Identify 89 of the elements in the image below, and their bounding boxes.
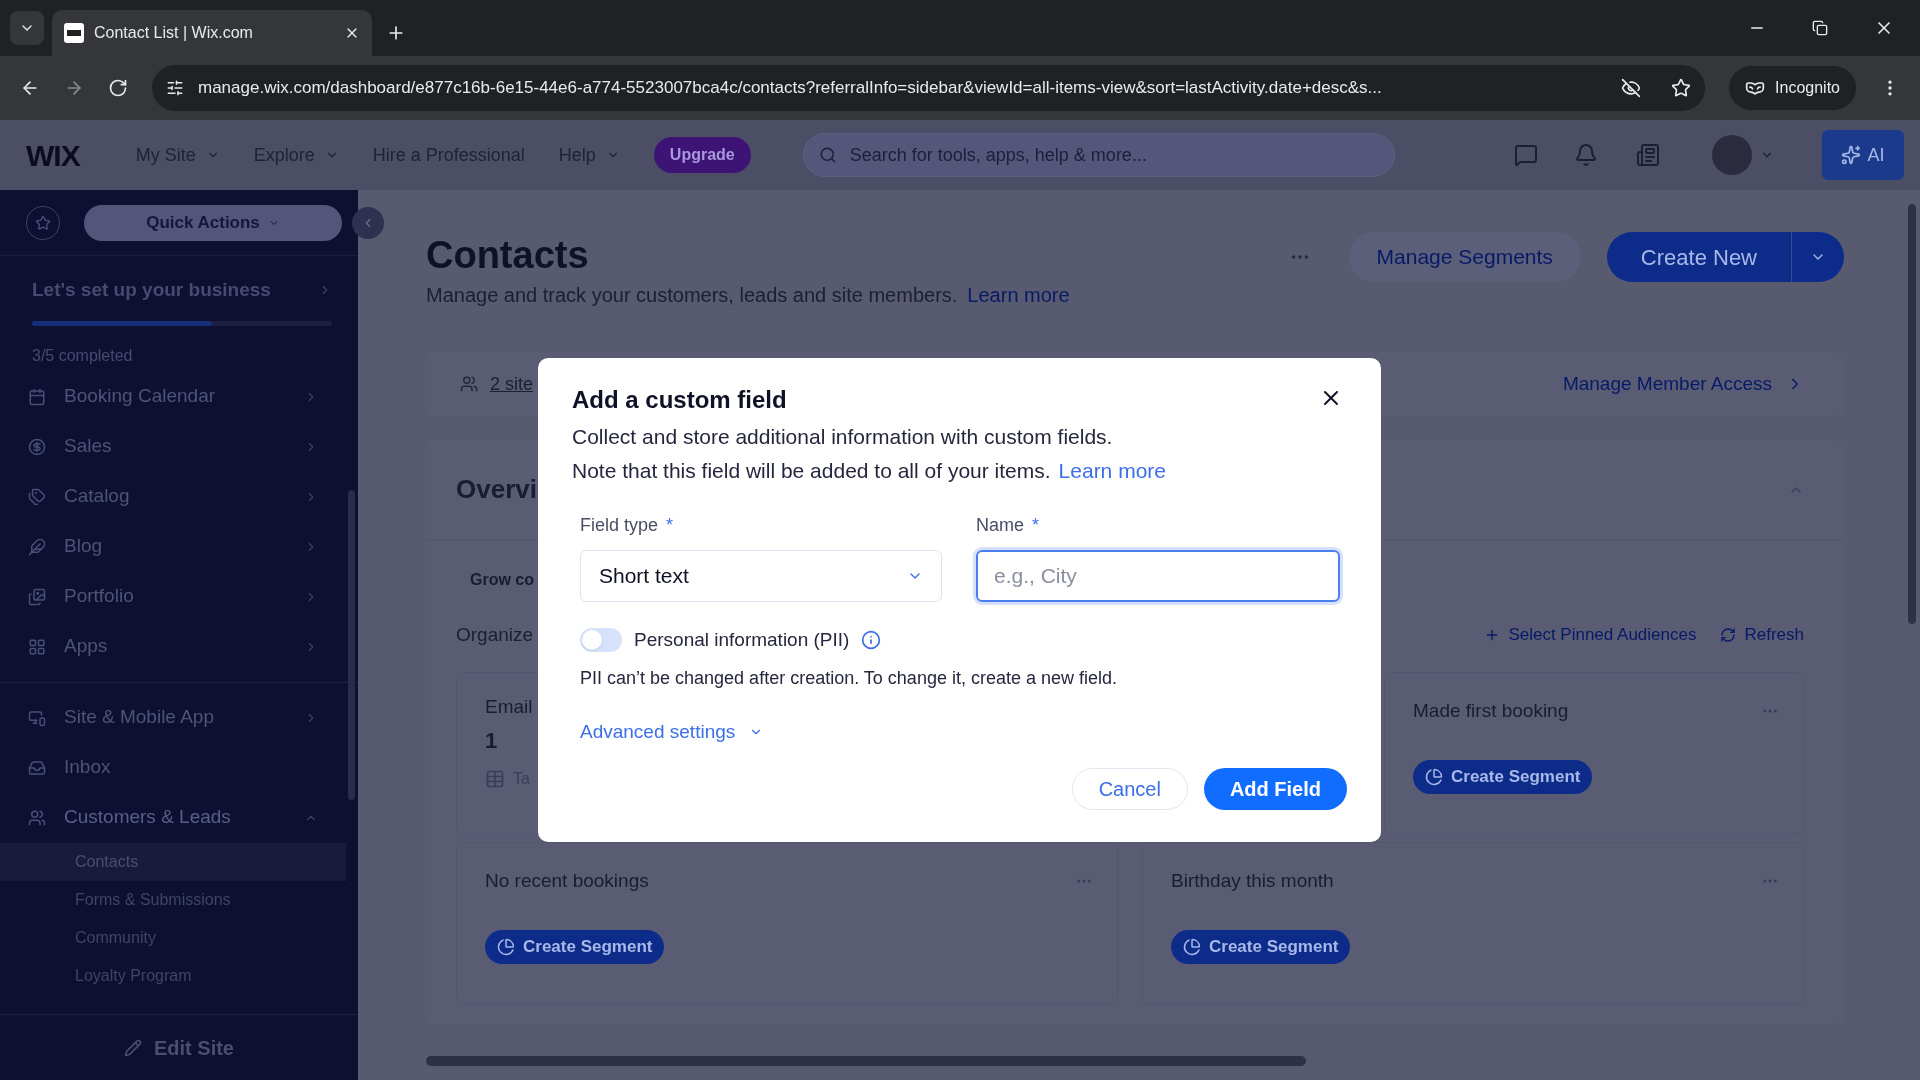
nav-item[interactable]: Sales bbox=[64, 432, 112, 461]
inbox-icon bbox=[28, 758, 46, 777]
select-pinned-audiences-button[interactable]: Select Pinned Audiences bbox=[1484, 622, 1697, 648]
reload-icon[interactable] bbox=[108, 78, 128, 98]
nav-item[interactable]: Blog bbox=[64, 532, 103, 561]
grid-icon bbox=[28, 637, 46, 656]
required-mark: * bbox=[666, 514, 674, 537]
dollar-icon bbox=[28, 437, 46, 456]
dialog-description: Note that this field will be added to all of your items. bbox=[572, 458, 1051, 484]
search-field[interactable]: Search for tools, apps, help & more... bbox=[802, 133, 1395, 177]
address-bar[interactable]: manage.wix.com/dashboard/e877c16b-6e15-44e6-a774-5523007bca4c/contacts?referralInfo=sidebar&viewId=all-items-view&sort=lastActivity.date+desc&s... bbox=[152, 65, 1706, 111]
wix-logo[interactable]: WIX bbox=[26, 132, 80, 178]
pie-chart-icon bbox=[1425, 767, 1443, 786]
sub-nav-item[interactable]: Forms & Submissions bbox=[0, 880, 346, 919]
manage-member-access-link[interactable]: Manage Member Access bbox=[1562, 369, 1772, 399]
nav-item[interactable]: Portfolio bbox=[64, 582, 134, 611]
refresh-icon bbox=[1720, 627, 1737, 643]
tags-icon bbox=[28, 487, 46, 506]
restore-icon[interactable] bbox=[1812, 20, 1828, 36]
overview-title: Overvi bbox=[456, 473, 537, 506]
nav-item[interactable]: Site & Mobile App bbox=[64, 703, 214, 732]
pii-label: Personal information (PII) bbox=[634, 628, 850, 652]
site-members-link[interactable]: 2 site bbox=[490, 370, 534, 398]
people-icon bbox=[460, 375, 478, 393]
create-segment-button[interactable]: Create Segment bbox=[1171, 929, 1351, 964]
nav-item[interactable]: Customers & Leads bbox=[64, 803, 231, 832]
setup-title[interactable]: Let's set up your business bbox=[32, 276, 271, 305]
field-type-select[interactable]: Short text bbox=[580, 550, 942, 602]
upgrade-button[interactable]: Upgrade bbox=[653, 137, 751, 173]
info-icon[interactable] bbox=[861, 630, 882, 651]
add-field-button[interactable]: Add Field bbox=[1203, 768, 1347, 810]
create-segment-button[interactable]: Create Segment bbox=[1413, 759, 1593, 794]
audience-title: Made first booking bbox=[1413, 699, 1570, 723]
overview-description: Organize bbox=[456, 622, 534, 647]
required-mark: * bbox=[1032, 514, 1040, 537]
people-icon bbox=[28, 808, 46, 827]
search-icon bbox=[818, 146, 837, 164]
nav-item[interactable]: Booking Calendar bbox=[64, 382, 216, 411]
create-segment-button[interactable]: Create Segment bbox=[485, 929, 665, 964]
page-subtitle: Manage and track your customers, leads and site members. bbox=[426, 283, 958, 308]
refresh-button[interactable]: Refresh bbox=[1720, 622, 1804, 648]
nav-item[interactable]: Inbox bbox=[64, 753, 111, 782]
field-label: Name bbox=[976, 514, 1024, 537]
tab-list-button[interactable] bbox=[10, 11, 44, 45]
dialog-title: Add a custom field bbox=[572, 385, 788, 415]
name-input[interactable]: e.g., City bbox=[976, 550, 1340, 602]
calendar-icon bbox=[28, 387, 46, 406]
nav-item[interactable]: Apps bbox=[64, 632, 108, 661]
nav-item[interactable]: Catalog bbox=[64, 482, 130, 511]
audience-title: No recent bookings bbox=[485, 869, 650, 893]
advanced-settings-toggle[interactable]: Advanced settings bbox=[580, 717, 764, 746]
sparkles-icon bbox=[1841, 145, 1862, 165]
collapse-sidebar-button[interactable] bbox=[352, 207, 384, 239]
ai-button[interactable]: AI bbox=[1822, 130, 1904, 180]
audience-count: 1 bbox=[485, 726, 498, 755]
dialog-description: Collect and store additional information with custom fields. bbox=[572, 424, 1114, 450]
audience-title: Email bbox=[485, 695, 533, 719]
audience-title: Birthday this month bbox=[1171, 869, 1335, 893]
sub-nav-item[interactable]: Community bbox=[0, 918, 346, 957]
feather-icon bbox=[28, 537, 46, 556]
pie-chart-icon bbox=[497, 937, 515, 956]
learn-more-link[interactable]: Learn more bbox=[1058, 454, 1166, 488]
browser-tab[interactable]: Contact List | Wix.com bbox=[52, 10, 372, 56]
pii-note: PII can’t be changed after creation. To change it, create a new field. bbox=[579, 666, 1118, 690]
sub-nav-item[interactable]: Contacts bbox=[0, 842, 346, 881]
manage-segments-button[interactable]: Manage Segments bbox=[1348, 232, 1581, 282]
images-icon bbox=[28, 587, 46, 606]
devices-icon bbox=[28, 708, 46, 727]
setup-progress-text: 3/5 completed bbox=[32, 345, 134, 366]
table-icon bbox=[485, 768, 505, 789]
quick-actions-button[interactable]: Quick Actions bbox=[84, 204, 342, 241]
pie-chart-icon bbox=[1183, 937, 1201, 956]
url-text: manage.wix.com/dashboard/e877c16b-6e15-44e6-a774-5523007bca4c/contacts?referralInfo=sidebar&viewId=all-items-view&sort=lastActivity.date+desc&s... bbox=[198, 77, 1383, 100]
page-title: Contacts bbox=[426, 233, 590, 278]
incognito-badge[interactable]: Incognito bbox=[1729, 66, 1856, 110]
eye-off-icon[interactable] bbox=[1621, 78, 1642, 98]
site-info-icon[interactable] bbox=[166, 79, 184, 97]
edit-site-button[interactable]: Edit Site bbox=[124, 1032, 234, 1063]
star-icon bbox=[35, 214, 51, 231]
nav-row[interactable]: Inbox bbox=[0, 742, 358, 793]
sub-nav-item[interactable]: Loyalty Program bbox=[0, 956, 346, 995]
bookmark-icon[interactable] bbox=[1671, 78, 1692, 98]
site-favicon bbox=[64, 23, 84, 43]
pii-toggle[interactable] bbox=[580, 628, 622, 653]
create-new-button[interactable]: Create New bbox=[1606, 232, 1844, 282]
pencil-icon bbox=[124, 1038, 142, 1057]
tab-title: Contact List | Wix.com bbox=[94, 23, 254, 43]
learn-more-link[interactable]: Learn more bbox=[967, 280, 1070, 310]
field-label: Field type bbox=[580, 514, 659, 537]
